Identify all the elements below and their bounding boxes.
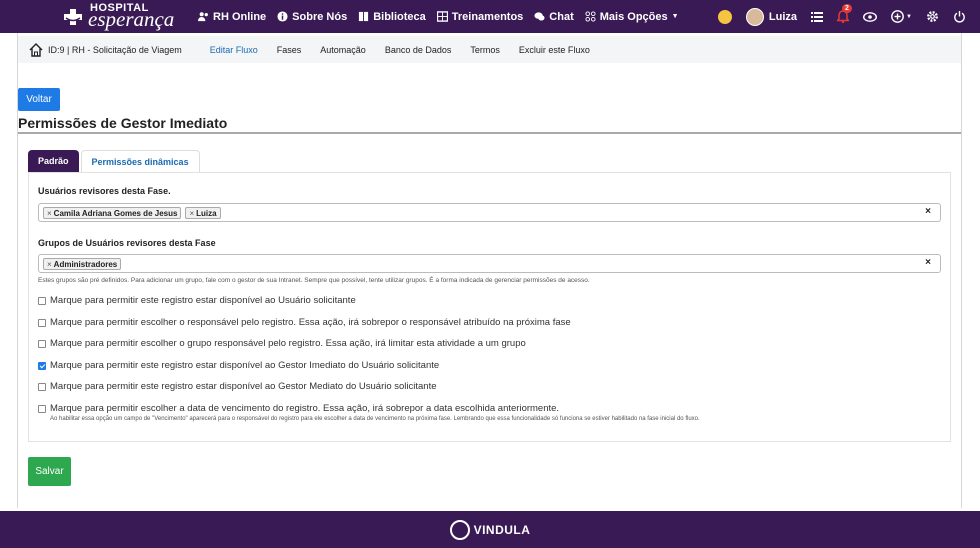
checkbox[interactable] — [38, 404, 46, 413]
checkbox-escolher-grupo[interactable]: Marque para permitir escolher o grupo re… — [38, 338, 526, 349]
checkbox-label: Marque para permitir escolher a data de … — [50, 403, 560, 414]
book-icon — [359, 11, 369, 22]
eye-icon — [863, 11, 878, 22]
chip-label: Camila Adriana Gomes de Jesus — [53, 208, 178, 218]
chip-remove-icon[interactable]: × — [189, 209, 194, 218]
nav-treinamentos[interactable]: Treinamentos — [436, 10, 524, 23]
due-date-note: Ao habilitar essa opção um campo de "Ven… — [50, 416, 700, 422]
footer: VINDULA — [0, 511, 980, 548]
nav-biblioteca[interactable]: Biblioteca — [358, 11, 426, 23]
checkbox[interactable] — [38, 382, 46, 391]
emoji-icon — [717, 9, 732, 24]
chip-label: Administradores — [53, 259, 118, 269]
checkbox-label: Marque para permitir este registro estar… — [50, 360, 440, 371]
users-label: Usuários revisores desta Fase. — [38, 186, 171, 196]
info-icon — [277, 11, 288, 22]
checkbox-gestor-mediato[interactable]: Marque para permitir este registro estar… — [38, 381, 437, 392]
emoji-button[interactable] — [717, 9, 732, 24]
tab-padrao[interactable]: Padrão — [28, 150, 79, 172]
nav-label: Biblioteca — [373, 10, 426, 23]
checkbox[interactable] — [38, 318, 46, 327]
save-button[interactable]: Salvar — [28, 457, 71, 486]
footer-brand: VINDULA — [473, 522, 531, 537]
back-button[interactable]: Voltar — [18, 88, 60, 111]
users-icon — [198, 12, 208, 22]
nav-label: Treinamentos — [451, 10, 524, 23]
tab-permissoes-dinamicas[interactable]: Permissões dinâmicas — [80, 150, 200, 172]
logout-button[interactable] — [953, 10, 966, 23]
plus-circle-icon — [891, 10, 904, 23]
list-button[interactable] — [811, 11, 824, 22]
checkbox-gestor-imediato[interactable]: Marque para permitir este registro estar… — [38, 360, 439, 371]
checkbox-label: Marque para permitir escolher o responsá… — [50, 317, 571, 328]
vindula-logo: VINDULA — [449, 519, 531, 540]
nav-sobre-nos[interactable]: Sobre Nós — [277, 11, 347, 23]
settings-button[interactable] — [926, 10, 939, 23]
groups-help-text: Estes grupos são pré definidos. Para adi… — [38, 277, 590, 284]
subnav-banco-de-dados[interactable]: Banco de Dados — [385, 45, 452, 55]
clear-users-icon[interactable]: × — [925, 206, 931, 217]
user-chip: × Luiza — [185, 206, 221, 219]
permission-tabs: Padrão Permissões dinâmicas — [28, 150, 200, 172]
groups-label: Grupos de Usuários revisores desta Fase — [38, 238, 216, 248]
home-icon[interactable] — [28, 42, 44, 58]
main-nav: RH Online Sobre Nós Biblioteca Treinamen… — [198, 0, 690, 33]
clear-groups-icon[interactable]: × — [925, 257, 931, 268]
top-navbar: HOSPITAL esperança RH Online Sobre Nós B… — [0, 0, 980, 33]
subnav-fases[interactable]: Fases — [277, 45, 302, 55]
caret-down-icon: ▼ — [906, 13, 912, 20]
user-profile[interactable]: Luiza — [745, 7, 798, 26]
subnav-editar-fluxo[interactable]: Editar Fluxo — [210, 45, 258, 55]
logo-text-big: esperança — [88, 7, 175, 31]
checkbox-checked[interactable] — [38, 361, 46, 370]
vindula-emblem-icon — [449, 519, 470, 540]
user-name: Luiza — [768, 10, 798, 23]
chevron-down-icon: ▼ — [671, 13, 679, 20]
checkbox-usuario-solicitante[interactable]: Marque para permitir este registro estar… — [38, 295, 356, 306]
apps-icon — [585, 11, 596, 22]
checkbox[interactable] — [38, 339, 46, 348]
nav-label: Chat — [549, 10, 574, 23]
content-right-border — [961, 33, 962, 508]
hospital-logo[interactable]: HOSPITAL esperança — [62, 2, 182, 31]
grid-icon — [436, 11, 448, 22]
page-title: Permissões de Gestor Imediato — [18, 115, 228, 131]
power-icon — [954, 11, 965, 23]
chip-remove-icon[interactable]: × — [47, 260, 52, 269]
checkbox-label: Marque para permitir este registro estar… — [50, 295, 356, 306]
checkbox-label: Marque para permitir este registro estar… — [50, 381, 437, 392]
nav-rh-online[interactable]: RH Online — [198, 11, 266, 23]
hospital-cross-icon — [64, 9, 82, 25]
subnav-automacao[interactable]: Automação — [320, 45, 366, 55]
view-button[interactable] — [863, 11, 878, 22]
chip-remove-icon[interactable]: × — [47, 209, 52, 218]
subnav-excluir-fluxo[interactable]: Excluir este Fluxo — [519, 45, 590, 55]
checkbox-label: Marque para permitir escolher o grupo re… — [50, 338, 526, 349]
chat-icon — [534, 12, 545, 21]
list-icon — [811, 11, 824, 22]
chip-label: Luiza — [196, 208, 217, 218]
flow-title: ID:9 | RH - Solicitação de Viagem — [48, 44, 182, 55]
user-chip: × Camila Adriana Gomes de Jesus — [43, 206, 182, 219]
user-toolbar: Luiza 2 ▼ — [717, 0, 980, 33]
nav-chat[interactable]: Chat — [534, 10, 574, 23]
nav-label: Mais Opções — [599, 10, 668, 23]
notifications-button[interactable]: 2 — [837, 4, 852, 23]
gear-icon — [927, 11, 938, 22]
checkbox[interactable] — [38, 296, 46, 305]
groups-select[interactable]: × Administradores × — [38, 254, 941, 273]
nav-mais-opcoes[interactable]: Mais Opções ▼ — [585, 11, 679, 23]
checkbox-data-vencimento[interactable]: Marque para permitir escolher a data de … — [38, 403, 559, 414]
notification-count: 2 — [842, 4, 852, 13]
flow-subnav: ID:9 | RH - Solicitação de Viagem Editar… — [18, 36, 961, 63]
nav-label: Sobre Nós — [292, 10, 348, 23]
title-divider — [18, 132, 961, 134]
nav-label: RH Online — [213, 10, 267, 23]
avatar — [745, 7, 764, 26]
subnav-termos[interactable]: Termos — [470, 45, 500, 55]
group-chip: × Administradores — [43, 257, 122, 270]
users-select[interactable]: × Camila Adriana Gomes de Jesus × Luiza × — [38, 203, 941, 222]
add-button[interactable]: ▼ — [891, 10, 912, 23]
checkbox-escolher-responsavel[interactable]: Marque para permitir escolher o responsá… — [38, 317, 571, 328]
